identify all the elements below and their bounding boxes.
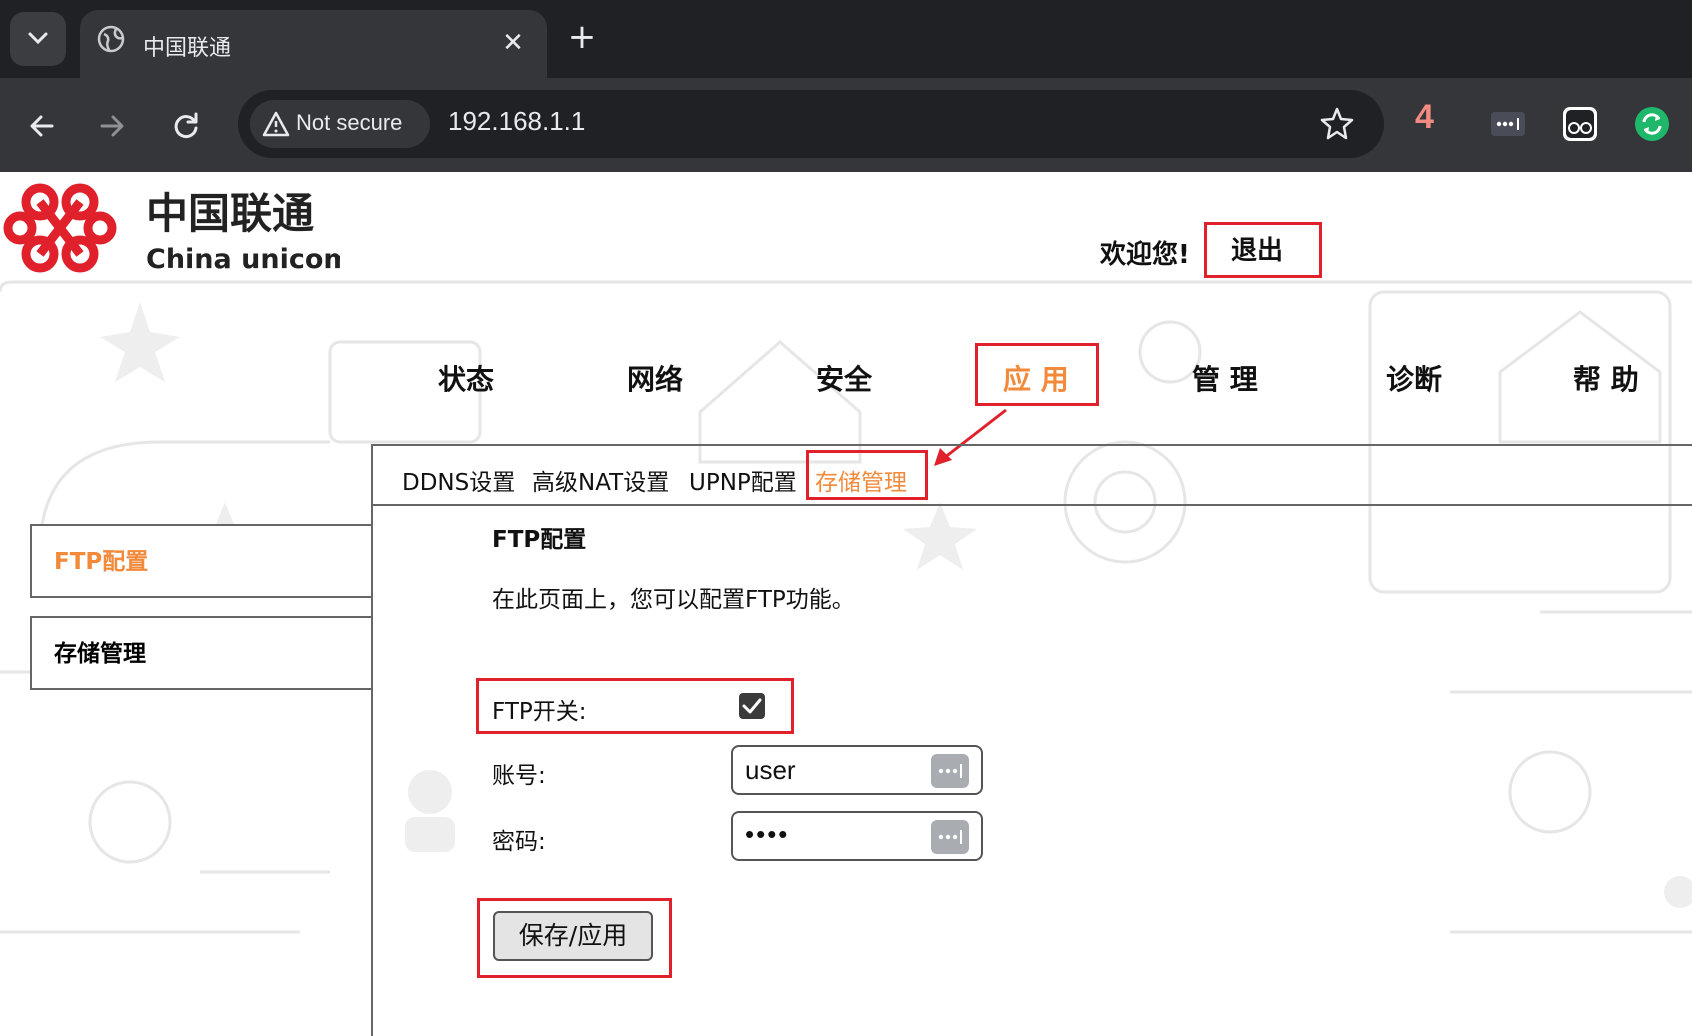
password-extension-icon[interactable]	[1488, 104, 1528, 144]
nav-status[interactable]: 状态	[438, 358, 494, 398]
nav-network[interactable]: 网络	[627, 358, 683, 398]
section-title: FTP配置	[492, 527, 587, 553]
password-label: 密码:	[492, 829, 546, 855]
password-manager-icon[interactable]	[931, 754, 969, 788]
browser-tab[interactable]: 中国联通 ✕	[80, 10, 547, 78]
account-label: 账号:	[492, 763, 546, 789]
subnav-divider	[371, 504, 1692, 506]
highlight-box-subnav	[806, 450, 928, 500]
account-value: user	[745, 755, 796, 785]
chevron-down-icon	[28, 32, 48, 45]
address-bar[interactable]: Not secure 192.168.1.1	[238, 90, 1384, 158]
highlight-box-save	[477, 898, 672, 978]
new-tab-button[interactable]: +	[565, 20, 599, 54]
password-value: ••••	[745, 819, 790, 849]
browser-tab-strip: 中国联通 ✕ +	[0, 0, 1692, 78]
bookmark-star-icon[interactable]	[1318, 105, 1356, 143]
highlight-box-ftp-switch	[476, 678, 794, 734]
forward-arrow-icon[interactable]	[94, 108, 130, 144]
account-input[interactable]: user	[731, 745, 983, 795]
subnav-upnp[interactable]: UPNP配置	[689, 463, 797, 497]
logo-chinese-text: 中国联通	[146, 189, 314, 238]
welcome-text: 欢迎您!	[1100, 240, 1190, 270]
logout-button[interactable]: 退出	[1204, 222, 1322, 278]
highlight-box-nav	[975, 343, 1099, 406]
sync-extension-icon[interactable]	[1632, 104, 1672, 144]
globe-icon	[97, 25, 125, 53]
tab-title: 中国联通	[143, 36, 232, 61]
password-manager-icon[interactable]	[931, 820, 969, 854]
nav-security[interactable]: 安全	[816, 358, 872, 398]
password-input[interactable]: ••••	[731, 811, 983, 861]
nav-management[interactable]: 管 理	[1192, 358, 1258, 398]
warning-icon	[262, 111, 290, 137]
subnav-advanced-nat[interactable]: 高级NAT设置	[532, 463, 669, 497]
china-unicom-logo: 中国联通 China unicom	[3, 183, 340, 275]
sidebar-item-ftp[interactable]: FTP配置	[30, 524, 371, 598]
tab-search-button[interactable]	[10, 12, 66, 66]
nav-help[interactable]: 帮 助	[1573, 358, 1639, 398]
logo-english-text: China unicom	[146, 244, 340, 275]
security-label: Not secure	[296, 110, 403, 135]
subnav-ddns[interactable]: DDNS设置	[402, 463, 515, 497]
security-chip[interactable]: Not secure	[250, 100, 430, 148]
nav-diagnostics[interactable]: 诊断	[1386, 358, 1442, 398]
router-admin-page: 中国联通 China unicom 欢迎您! 退出 状态 网络 安全 应 用 管…	[0, 172, 1692, 1036]
extension-badge-count[interactable]: 4	[1415, 98, 1434, 137]
back-arrow-icon[interactable]	[24, 108, 60, 144]
sidebar-item-storage[interactable]: 存储管理	[30, 616, 371, 690]
browser-toolbar: Not secure 192.168.1.1 4	[0, 78, 1692, 172]
spy-extension-icon[interactable]	[1560, 104, 1600, 144]
url-text[interactable]: 192.168.1.1	[448, 106, 585, 137]
section-description: 在此页面上，您可以配置FTP功能。	[492, 587, 855, 613]
reload-icon[interactable]	[168, 108, 204, 144]
close-tab-icon[interactable]: ✕	[498, 28, 528, 58]
